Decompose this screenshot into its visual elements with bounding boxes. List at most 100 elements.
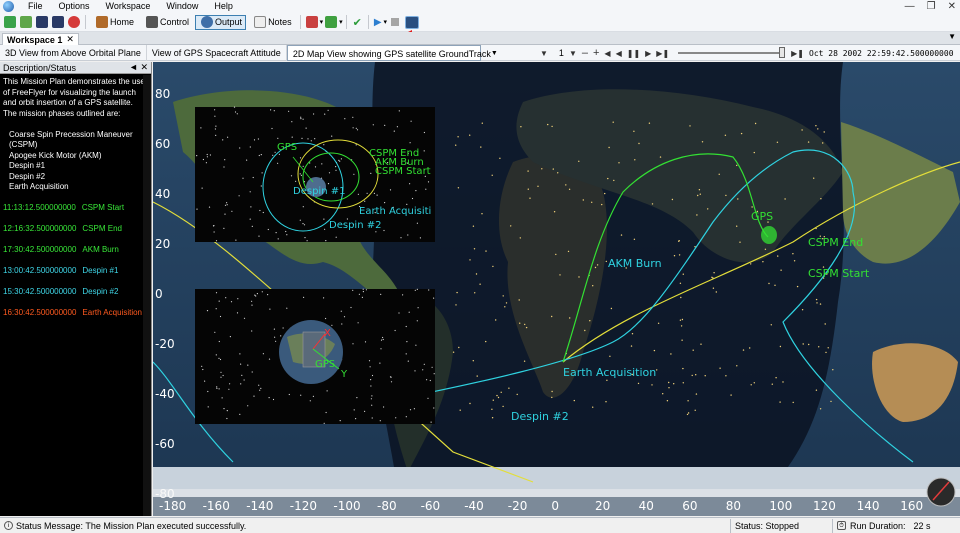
light-dot	[500, 391, 502, 393]
menu-window[interactable]: Window	[158, 0, 206, 13]
chevron-down-icon[interactable]: ▼	[491, 46, 498, 60]
menu-help[interactable]: Help	[206, 0, 241, 13]
plot-icon[interactable]	[305, 16, 318, 28]
chevron-down-icon[interactable]: ▾	[339, 18, 343, 26]
light-dot	[226, 204, 228, 206]
light-dot	[678, 254, 681, 256]
stop-square-icon[interactable]	[391, 18, 400, 26]
play-backward-icon[interactable]: ◀	[616, 49, 622, 58]
restore-icon[interactable]: ❐	[927, 1, 936, 12]
light-dot	[323, 297, 325, 299]
light-dot	[620, 234, 623, 236]
info-icon: i	[4, 521, 13, 530]
play-icon[interactable]: ▶	[374, 17, 382, 28]
camera-icon[interactable]	[405, 15, 420, 29]
light-dot	[335, 169, 337, 171]
light-dot	[251, 300, 253, 302]
menu-file[interactable]: File	[20, 0, 51, 13]
compass-icon[interactable]	[926, 477, 956, 507]
light-dot	[324, 228, 326, 230]
light-dot	[409, 142, 411, 144]
longitude-tick-label: 40	[639, 499, 654, 513]
menu-options[interactable]: Options	[51, 0, 98, 13]
chevron-down-icon[interactable]: ▼	[569, 49, 577, 58]
light-dot	[497, 396, 500, 399]
slider-knob[interactable]	[779, 47, 786, 58]
tab-2d-map-view[interactable]: 2D Map View showing GPS satellite Ground…	[286, 44, 498, 61]
light-dot	[382, 336, 384, 339]
inset-label-earth-acquisition: Earth Acquisiti	[359, 206, 431, 217]
light-dot	[218, 357, 220, 359]
scrollbar[interactable]	[143, 75, 151, 516]
save-as-icon[interactable]	[52, 16, 64, 28]
light-dot	[255, 295, 257, 297]
open-icon[interactable]	[20, 16, 32, 28]
light-dot	[353, 409, 355, 411]
light-dot	[673, 255, 676, 257]
chevron-down-icon[interactable]: ▾	[384, 18, 388, 26]
light-dot	[251, 371, 253, 373]
light-dot	[272, 154, 274, 156]
new-icon[interactable]	[4, 16, 16, 28]
event-time: 17:30:42.500000000	[3, 245, 77, 254]
light-dot	[592, 285, 594, 287]
light-dot	[523, 360, 526, 362]
light-dot	[383, 406, 385, 408]
chevron-down-icon[interactable]: ▼	[948, 32, 956, 41]
check-icon[interactable]: ✔	[353, 16, 362, 29]
event-time: 16:30:42.500000000	[3, 308, 77, 317]
minimize-icon[interactable]: —	[905, 1, 915, 12]
light-dot	[285, 230, 287, 233]
light-dot	[552, 168, 554, 170]
light-dot	[819, 408, 822, 410]
step-back-icon[interactable]: ◀	[604, 49, 610, 58]
stop-icon[interactable]	[68, 16, 80, 28]
tab-attitude-view[interactable]: View of GPS Spacecraft Attitude	[147, 44, 287, 61]
output-button[interactable]: Output	[195, 14, 247, 30]
light-dot	[196, 155, 198, 157]
menu-workspace[interactable]: Workspace	[98, 0, 159, 13]
light-dot	[736, 164, 738, 167]
close-icon[interactable]: ✕	[948, 1, 956, 12]
plus-icon[interactable]: +	[593, 47, 599, 59]
light-dot	[496, 394, 498, 397]
light-dot	[257, 138, 259, 140]
light-dot	[273, 110, 275, 112]
notes-button[interactable]: Notes	[248, 15, 296, 30]
tab-3d-view[interactable]: 3D View from Above Orbital Plane	[0, 44, 147, 61]
light-dot	[681, 318, 684, 321]
light-dot	[370, 385, 372, 387]
time-slider[interactable]	[678, 47, 786, 58]
light-dot	[407, 360, 409, 362]
control-label: Control	[160, 17, 190, 27]
gps-marker[interactable]	[761, 226, 777, 244]
chevron-down-icon[interactable]: ▼	[540, 49, 548, 58]
control-button[interactable]: Control	[140, 15, 193, 30]
light-dot	[209, 154, 211, 156]
tool-icon[interactable]	[325, 16, 338, 28]
longitude-tick-label: -120	[290, 499, 317, 513]
close-icon[interactable]: ✕	[66, 34, 74, 45]
longitude-tick-label: 80	[726, 499, 741, 513]
minus-icon[interactable]: –	[582, 47, 588, 59]
light-dot	[569, 317, 571, 319]
step-forward-icon[interactable]: ▶❚	[656, 49, 669, 58]
tab-workspace-1[interactable]: Workspace 1 ✕	[2, 33, 79, 45]
light-dot	[214, 128, 216, 130]
chevron-down-icon[interactable]: ▾	[320, 18, 324, 26]
light-dot	[251, 330, 253, 332]
map-view[interactable]: GPS CSPM End CSPM Start AKM Burn Earth A…	[153, 62, 960, 516]
play-forward-icon[interactable]: ▶	[645, 49, 651, 58]
light-dot	[233, 106, 236, 108]
light-dot	[678, 240, 680, 242]
step-forward-icon[interactable]: ▶❚	[791, 49, 804, 58]
home-button[interactable]: Home	[90, 15, 138, 30]
pause-icon[interactable]: ❚❚	[627, 49, 640, 58]
light-dot	[608, 146, 610, 149]
pin-close-icon[interactable]: ◄ ✕	[129, 62, 148, 73]
event-name: CSPM End	[82, 224, 122, 233]
speed-value[interactable]: 1	[559, 48, 564, 58]
save-icon[interactable]	[36, 16, 48, 28]
light-dot	[343, 316, 346, 318]
event-name: Earth Acquisition	[82, 308, 142, 317]
